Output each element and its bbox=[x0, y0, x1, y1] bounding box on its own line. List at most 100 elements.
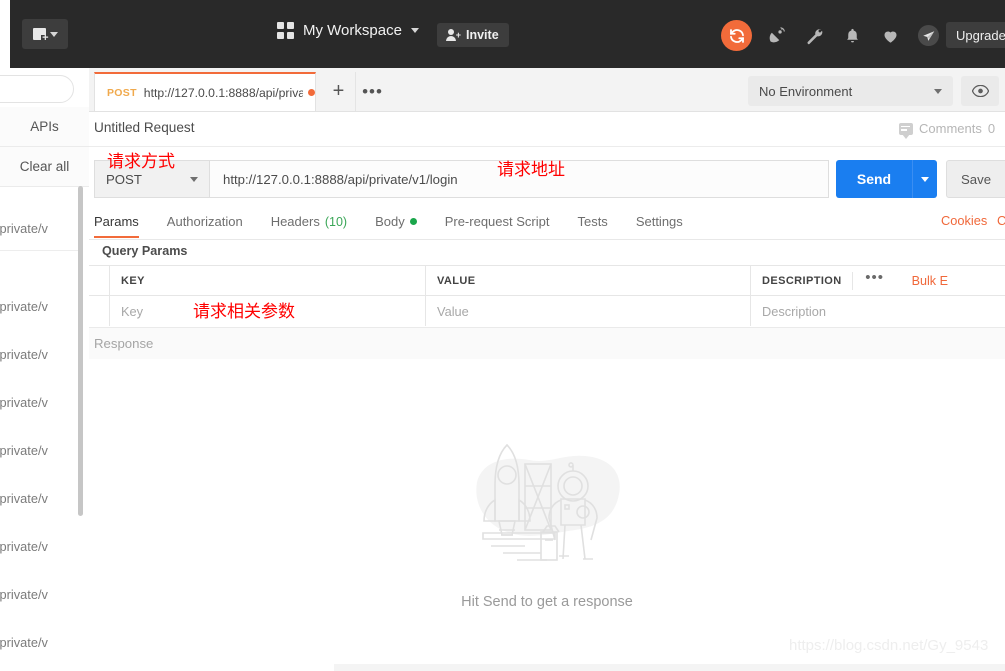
new-item-button[interactable]: + bbox=[22, 19, 68, 49]
clear-all-label: Clear all bbox=[19, 159, 70, 174]
sidebar-item-apis[interactable]: APIs bbox=[0, 107, 89, 147]
chevron-down-icon bbox=[49, 31, 58, 37]
postman-window: + My Workspace + Invite Upgrade APIs Cle… bbox=[0, 0, 1005, 671]
history-item[interactable]: /private/v bbox=[0, 204, 89, 252]
save-button[interactable]: Save bbox=[946, 160, 1005, 198]
clear-all-button[interactable]: Clear all bbox=[0, 147, 89, 187]
value-input[interactable]: Value bbox=[426, 296, 751, 326]
body-present-dot-icon bbox=[409, 218, 417, 225]
table-row[interactable]: Key Value Description bbox=[89, 295, 1005, 326]
topbar-icon-group bbox=[721, 20, 942, 51]
upgrade-button[interactable]: Upgrade bbox=[946, 22, 1005, 48]
comments-count: 0 bbox=[987, 121, 996, 136]
tab-headers[interactable]: Headers (10) bbox=[257, 205, 361, 238]
tab-settings[interactable]: Settings bbox=[622, 205, 697, 238]
query-params-label: Query Params bbox=[102, 244, 188, 258]
history-item[interactable]: /private/v bbox=[0, 618, 89, 666]
tab-params-label: Params bbox=[94, 214, 139, 229]
method-label: POST bbox=[106, 171, 142, 187]
history-item[interactable]: /private/v bbox=[0, 474, 89, 522]
environment-selector[interactable]: No Environment bbox=[748, 76, 953, 106]
new-doc-icon: + bbox=[32, 28, 49, 44]
tab-pre-request-script[interactable]: Pre-request Script bbox=[431, 205, 564, 238]
params-options-button[interactable]: ••• bbox=[852, 270, 884, 290]
main-panel: POST http://127.0.0.1:8888/api/priva… + … bbox=[89, 68, 1005, 671]
history-item[interactable]: /private/v bbox=[0, 330, 89, 378]
divider bbox=[0, 250, 78, 251]
new-tab-button[interactable]: + bbox=[322, 72, 356, 111]
response-empty-text: Hit Send to get a response bbox=[461, 594, 633, 610]
sync-icon[interactable] bbox=[721, 20, 752, 51]
sidebar-scrollbar[interactable] bbox=[78, 186, 83, 516]
request-tab-strip: POST http://127.0.0.1:8888/api/priva… + … bbox=[89, 68, 1005, 112]
rocket-plane-icon[interactable] bbox=[915, 22, 942, 49]
bell-icon[interactable] bbox=[839, 22, 866, 49]
tab-authorization[interactable]: Authorization bbox=[153, 205, 257, 238]
tab-options-button[interactable]: ••• bbox=[356, 72, 389, 111]
tab-tests[interactable]: Tests bbox=[563, 205, 621, 238]
environment-quick-look-button[interactable] bbox=[961, 76, 999, 106]
comment-icon bbox=[899, 122, 913, 139]
chevron-down-icon bbox=[410, 28, 419, 33]
environment-label: No Environment bbox=[759, 83, 853, 99]
code-link[interactable]: C bbox=[997, 213, 1005, 228]
request-tab-url: http://127.0.0.1:8888/api/priva… bbox=[143, 85, 303, 100]
invite-button[interactable]: + Invite bbox=[437, 23, 509, 47]
tab-headers-label: Headers bbox=[270, 214, 320, 229]
tab-params[interactable]: Params bbox=[89, 205, 153, 238]
history-item[interactable]: /private/v bbox=[0, 282, 89, 330]
history-item-label: /private/v bbox=[0, 442, 48, 458]
comments-button[interactable]: Comments 0 bbox=[899, 121, 996, 139]
eye-icon bbox=[971, 85, 989, 97]
description-input[interactable]: Description bbox=[751, 296, 944, 326]
response-bar: Response bbox=[89, 327, 1005, 361]
column-key: KEY bbox=[110, 266, 426, 295]
column-description-label: DESCRIPTION bbox=[762, 274, 842, 287]
page-title: Untitled Request bbox=[94, 120, 195, 135]
satellite-dish-icon[interactable] bbox=[763, 22, 790, 49]
history-item-label: /private/v bbox=[0, 394, 48, 410]
method-selector[interactable]: POST bbox=[94, 160, 209, 198]
column-key-label: KEY bbox=[121, 274, 145, 287]
workspace-selector[interactable]: My Workspace bbox=[277, 22, 419, 39]
history-item[interactable]: /private/v bbox=[0, 570, 89, 618]
table-header-row: KEY VALUE DESCRIPTION ••• Bulk E bbox=[89, 265, 1005, 295]
history-item-label: /private/v bbox=[0, 220, 48, 236]
invite-label: Invite bbox=[466, 28, 499, 42]
tab-headers-count: (10) bbox=[324, 214, 348, 229]
request-tab[interactable]: POST http://127.0.0.1:8888/api/priva… bbox=[94, 72, 316, 111]
comments-label: Comments bbox=[919, 121, 982, 136]
history-item[interactable]: /private/v bbox=[0, 378, 89, 426]
row-checkbox-cell[interactable] bbox=[89, 296, 110, 326]
tab-settings-label: Settings bbox=[635, 214, 683, 229]
upgrade-label: Upgrade bbox=[956, 27, 1005, 43]
bulk-edit-link[interactable]: Bulk E bbox=[912, 274, 948, 288]
history-item-label: /private/v bbox=[0, 538, 48, 554]
history-item[interactable]: /private/v bbox=[0, 426, 89, 474]
description-placeholder: Description bbox=[762, 303, 827, 319]
history-item[interactable]: /private/v bbox=[0, 522, 89, 570]
person-add-icon: + bbox=[446, 28, 461, 42]
column-value: VALUE bbox=[426, 266, 751, 295]
send-button[interactable]: Send bbox=[836, 160, 912, 198]
key-input[interactable]: Key bbox=[110, 296, 426, 326]
url-value: http://127.0.0.1:8888/api/private/v1/log… bbox=[223, 171, 458, 187]
history-item-label: /private/v bbox=[0, 634, 48, 650]
heart-icon[interactable] bbox=[877, 22, 904, 49]
bottom-strip bbox=[334, 664, 1005, 671]
search-input[interactable] bbox=[0, 75, 74, 103]
plus-icon: + bbox=[332, 80, 345, 102]
tab-body-label: Body bbox=[375, 214, 405, 229]
send-options-button[interactable] bbox=[912, 160, 937, 198]
workspace-label: My Workspace bbox=[303, 22, 402, 39]
send-label: Send bbox=[856, 171, 892, 187]
history-item-label: /private/v bbox=[0, 298, 48, 314]
history-item-label: /private/v bbox=[0, 346, 48, 362]
cookies-link[interactable]: Cookies bbox=[941, 213, 987, 228]
left-sidebar: APIs Clear all /private/v /private/v /pr… bbox=[0, 68, 90, 671]
wrench-icon[interactable] bbox=[801, 22, 828, 49]
history-item-label: /private/v bbox=[0, 586, 48, 602]
ellipsis-icon: ••• bbox=[362, 81, 383, 101]
tab-body[interactable]: Body bbox=[361, 205, 431, 238]
url-input[interactable]: http://127.0.0.1:8888/api/private/v1/log… bbox=[209, 160, 829, 198]
